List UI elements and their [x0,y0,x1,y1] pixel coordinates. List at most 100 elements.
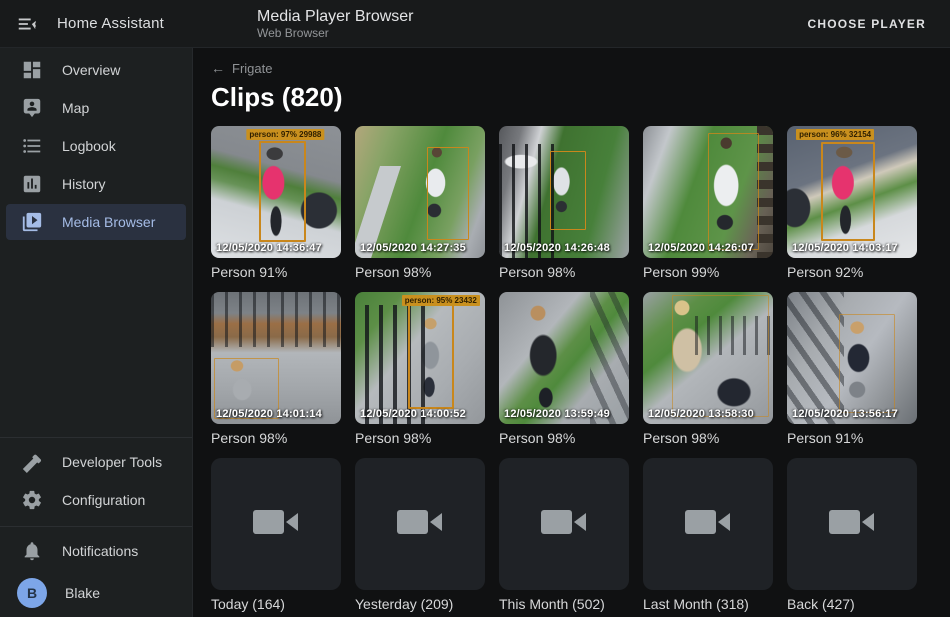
clip-timestamp: 12/05/2020 14:26:48 [504,242,610,254]
media-browser-content: ← Frigate Clips (820) person: 97% 29988 … [193,48,950,617]
clip-label: Person 99% [643,264,773,280]
clip-timestamp: 12/05/2020 13:59:49 [504,408,610,420]
video-camera-icon [540,506,588,543]
video-camera-icon [396,506,444,543]
detection-box [550,151,586,230]
folder-label: Back (427) [787,596,917,612]
back-arrow-icon: ← [211,60,225,76]
sidebar-item-label: Logbook [62,138,116,154]
sidebar-nav-items: Overview Map Logbook History Media Brows… [0,52,192,242]
folder-card[interactable]: Today (164) [211,458,341,612]
gear-icon [20,488,44,512]
clip-label: Person 98% [643,430,773,446]
home-assistant-app: Home Assistant Media Player Browser Web … [0,0,950,617]
folder-thumbnail [211,458,341,590]
detection-box [672,295,770,418]
sidebar-item-label: Configuration [62,492,145,508]
sidebar-divider-bottom [0,526,192,527]
folder-card[interactable]: Yesterday (209) [355,458,485,612]
clip-label: Person 98% [499,264,629,280]
choose-player-button[interactable]: CHOOSE PLAYER [799,11,934,37]
clip-card[interactable]: person: 96% 32154 12/05/2020 14:03:17 Pe… [787,126,917,280]
folder-card[interactable]: Back (427) [787,458,917,612]
folder-label: Today (164) [211,596,341,612]
clip-thumbnail: 12/05/2020 14:26:48 [499,126,629,258]
list-icon [20,134,44,158]
sidebar-item-label: Map [62,100,89,116]
breadcrumb-label: Frigate [232,61,272,76]
clip-thumbnail: 12/05/2020 13:56:17 [787,292,917,424]
folder-card[interactable]: Last Month (318) [643,458,773,612]
sidebar-item-label: History [62,176,106,192]
media-header: Media Player Browser Web Browser CHOOSE … [193,7,950,40]
clip-card[interactable]: person: 95% 23432 12/05/2020 14:00:52 Pe… [355,292,485,446]
video-camera-icon [252,506,300,543]
app-title: Home Assistant [57,15,164,32]
sidebar-header: Home Assistant [0,12,193,36]
clip-card[interactable]: 12/05/2020 13:56:17 Person 91% [787,292,917,446]
sidebar-item-history[interactable]: History [6,166,186,202]
clip-card[interactable]: 12/05/2020 14:26:48 Person 98% [499,126,629,280]
detection-box [427,147,470,239]
media-title-block: Media Player Browser Web Browser [193,7,414,40]
clip-timestamp: 12/05/2020 14:03:17 [792,242,898,254]
sidebar-user-profile[interactable]: B Blake [6,571,186,615]
sidebar-spacer [0,242,192,431]
clip-card[interactable]: 12/05/2020 13:58:30 Person 98% [643,292,773,446]
sidebar-item-configuration[interactable]: Configuration [6,482,186,518]
media-player-title: Media Player Browser [257,7,414,26]
breadcrumb-back[interactable]: ← Frigate [211,60,950,76]
folder-card[interactable]: This Month (502) [499,458,629,612]
clip-label: Person 98% [499,430,629,446]
clip-card[interactable]: 12/05/2020 14:26:07 Person 99% [643,126,773,280]
avatar: B [17,578,47,608]
bell-icon [20,539,44,563]
clip-thumbnail: 12/05/2020 14:26:07 [643,126,773,258]
media-browser-icon [20,210,44,234]
clip-thumbnail: 12/05/2020 13:58:30 [643,292,773,424]
dashboard-icon [20,58,44,82]
detection-tag: person: 97% 29988 [246,129,324,140]
sidebar-item-developer-tools[interactable]: Developer Tools [6,444,186,480]
clip-thumbnail: 12/05/2020 14:01:14 [211,292,341,424]
sidebar-item-label: Media Browser [62,214,155,230]
clip-thumbnail: person: 96% 32154 12/05/2020 14:03:17 [787,126,917,258]
sidebar-item-media-browser[interactable]: Media Browser [6,204,186,240]
folder-label: This Month (502) [499,596,629,612]
clip-card[interactable]: 12/05/2020 13:59:49 Person 98% [499,292,629,446]
detection-box [708,133,759,250]
clip-label: Person 98% [355,264,485,280]
clip-timestamp: 12/05/2020 14:36:47 [216,242,322,254]
video-camera-icon [828,506,876,543]
sidebar-item-overview[interactable]: Overview [6,52,186,88]
clip-thumbnail: person: 97% 29988 12/05/2020 14:36:47 [211,126,341,258]
clip-timestamp: 12/05/2020 14:00:52 [360,408,466,420]
clip-card[interactable]: 12/05/2020 14:27:35 Person 98% [355,126,485,280]
clip-thumbnail: person: 95% 23432 12/05/2020 14:00:52 [355,292,485,424]
folder-thumbnail [643,458,773,590]
sidebar-item-logbook[interactable]: Logbook [6,128,186,164]
menu-open-icon[interactable] [15,12,39,36]
sidebar-item-map[interactable]: Map [6,90,186,126]
notifications-label: Notifications [62,543,138,559]
folder-label: Yesterday (209) [355,596,485,612]
user-name: Blake [65,585,100,601]
sidebar-item-label: Overview [62,62,120,78]
detection-box [821,142,876,241]
clip-thumbnail: 12/05/2020 13:59:49 [499,292,629,424]
folder-thumbnail [355,458,485,590]
clip-label: Person 98% [355,430,485,446]
detection-tag: person: 96% 32154 [796,129,874,140]
clip-label: Person 98% [211,430,341,446]
clip-timestamp: 12/05/2020 13:58:30 [648,408,754,420]
clip-timestamp: 12/05/2020 14:26:07 [648,242,754,254]
media-player-subtitle: Web Browser [257,26,414,40]
sidebar-item-notifications[interactable]: Notifications [6,533,186,569]
clip-card[interactable]: person: 97% 29988 12/05/2020 14:36:47 Pe… [211,126,341,280]
clip-thumbnail: 12/05/2020 14:27:35 [355,126,485,258]
sidebar-item-label: Developer Tools [62,454,162,470]
clip-card[interactable]: 12/05/2020 14:01:14 Person 98% [211,292,341,446]
clips-grid: person: 97% 29988 12/05/2020 14:36:47 Pe… [211,126,950,612]
top-header-bar: Home Assistant Media Player Browser Web … [0,0,950,48]
sidebar-divider-top [0,437,192,438]
